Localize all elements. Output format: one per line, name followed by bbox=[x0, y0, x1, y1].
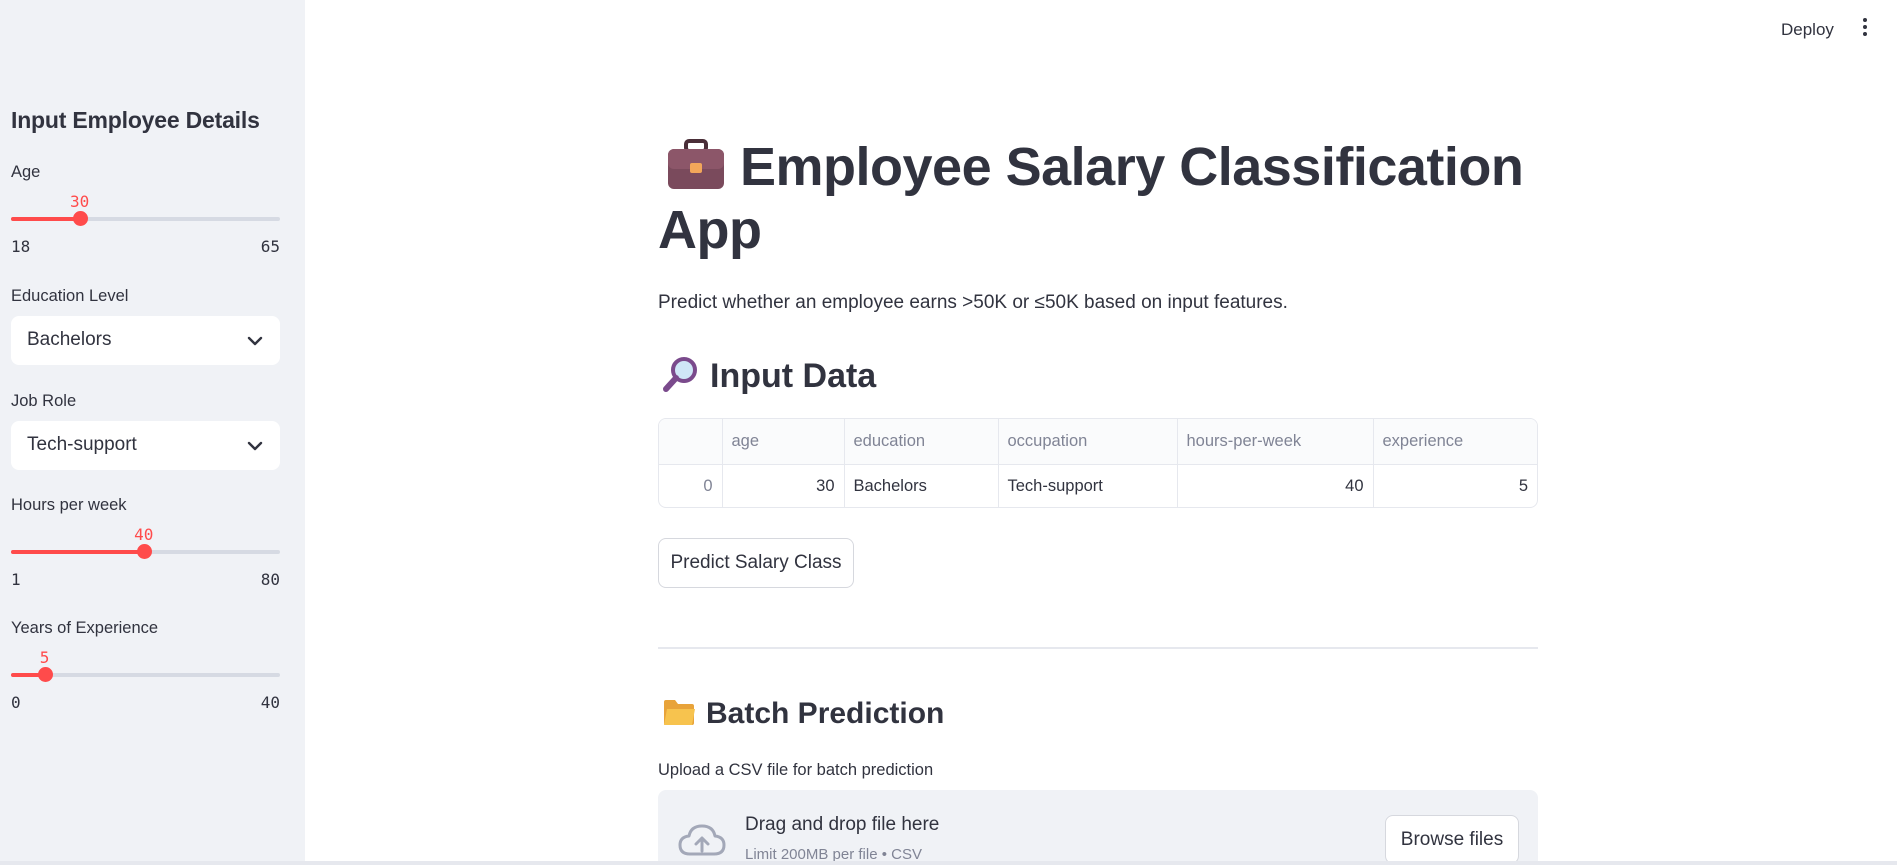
experience-slider-value: 5 bbox=[39, 648, 50, 667]
briefcase-icon bbox=[668, 139, 724, 189]
education-select[interactable]: Bachelors bbox=[11, 316, 280, 365]
table-cell-hours[interactable]: 40 bbox=[1177, 464, 1374, 507]
age-range: 18 65 bbox=[11, 237, 280, 256]
window-bottom-edge bbox=[0, 861, 1897, 865]
job-role-select[interactable]: Tech-support bbox=[11, 421, 280, 470]
table-cell-occupation[interactable]: Tech-support bbox=[998, 464, 1178, 507]
page-title-text: Employee Salary Classification App bbox=[658, 137, 1524, 260]
deploy-button[interactable]: Deploy bbox=[1781, 20, 1834, 40]
age-slider[interactable]: 30 bbox=[11, 192, 280, 234]
hours-slider-value: 40 bbox=[134, 525, 154, 544]
education-label: Education Level bbox=[11, 287, 129, 305]
table-row: 0 30 Bachelors Tech-support 40 5 bbox=[659, 464, 1537, 507]
column-header-hours-per-week[interactable]: hours-per-week bbox=[1177, 419, 1374, 465]
column-header-experience[interactable]: experience bbox=[1373, 419, 1537, 465]
input-data-table[interactable]: age education occupation hours-per-week … bbox=[658, 418, 1538, 508]
age-slider-value: 30 bbox=[70, 192, 90, 211]
hours-max: 80 bbox=[260, 570, 280, 589]
table-header-row: age education occupation hours-per-week … bbox=[659, 419, 1537, 465]
dropzone-instruction: Drag and drop file here bbox=[745, 814, 940, 835]
batch-prediction-heading: Batch Prediction bbox=[662, 697, 944, 731]
magnifying-glass-icon bbox=[663, 357, 697, 392]
chevron-down-icon bbox=[247, 336, 263, 346]
experience-range: 0 40 bbox=[11, 693, 280, 712]
hours-range: 1 80 bbox=[11, 570, 280, 589]
age-slider-thumb[interactable] bbox=[72, 211, 88, 226]
column-header-occupation[interactable]: occupation bbox=[998, 419, 1178, 465]
experience-slider[interactable]: 5 bbox=[11, 648, 280, 690]
page-title: Employee Salary Classification App bbox=[658, 136, 1538, 262]
age-min: 18 bbox=[11, 237, 31, 256]
page-subtitle: Predict whether an employee earns >50K o… bbox=[658, 292, 1288, 313]
job-role-label: Job Role bbox=[11, 392, 77, 410]
age-max: 65 bbox=[260, 237, 280, 256]
chevron-down-icon bbox=[247, 441, 263, 451]
table-cell-education[interactable]: Bachelors bbox=[844, 464, 999, 507]
hours-min: 1 bbox=[11, 570, 21, 589]
table-cell-experience[interactable]: 5 bbox=[1373, 464, 1537, 507]
age-label: Age bbox=[11, 163, 41, 181]
age-slider-fill bbox=[11, 217, 80, 221]
folder-icon bbox=[664, 700, 695, 725]
job-role-selected-value: Tech-support bbox=[27, 434, 137, 455]
table-cell-age[interactable]: 30 bbox=[722, 464, 845, 507]
hours-slider[interactable]: 40 bbox=[11, 525, 280, 567]
batch-prediction-heading-text: Batch Prediction bbox=[706, 697, 945, 730]
browse-files-button[interactable]: Browse files bbox=[1385, 815, 1519, 864]
input-data-heading: Input Data bbox=[662, 355, 876, 396]
column-header-index[interactable] bbox=[659, 419, 723, 465]
column-header-education[interactable]: education bbox=[844, 419, 999, 465]
divider bbox=[658, 647, 1538, 649]
upload-label: Upload a CSV file for batch prediction bbox=[658, 761, 934, 779]
cloud-upload-icon bbox=[678, 824, 726, 856]
sidebar: Input Employee Details Age 30 18 65 Educ… bbox=[0, 0, 305, 865]
experience-slider-thumb[interactable] bbox=[37, 667, 53, 682]
experience-min: 0 bbox=[11, 693, 21, 712]
hours-slider-thumb[interactable] bbox=[136, 544, 152, 559]
input-data-heading-text: Input Data bbox=[710, 357, 877, 395]
kebab-menu-icon[interactable] bbox=[1857, 18, 1873, 40]
predict-salary-button[interactable]: Predict Salary Class bbox=[658, 538, 854, 588]
hours-label: Hours per week bbox=[11, 496, 127, 514]
table-cell-index[interactable]: 0 bbox=[659, 464, 723, 507]
education-selected-value: Bachelors bbox=[27, 329, 112, 350]
column-header-age[interactable]: age bbox=[722, 419, 845, 465]
sidebar-title: Input Employee Details bbox=[11, 107, 260, 133]
experience-max: 40 bbox=[260, 693, 280, 712]
hours-slider-fill bbox=[11, 550, 144, 554]
experience-label: Years of Experience bbox=[11, 619, 159, 637]
